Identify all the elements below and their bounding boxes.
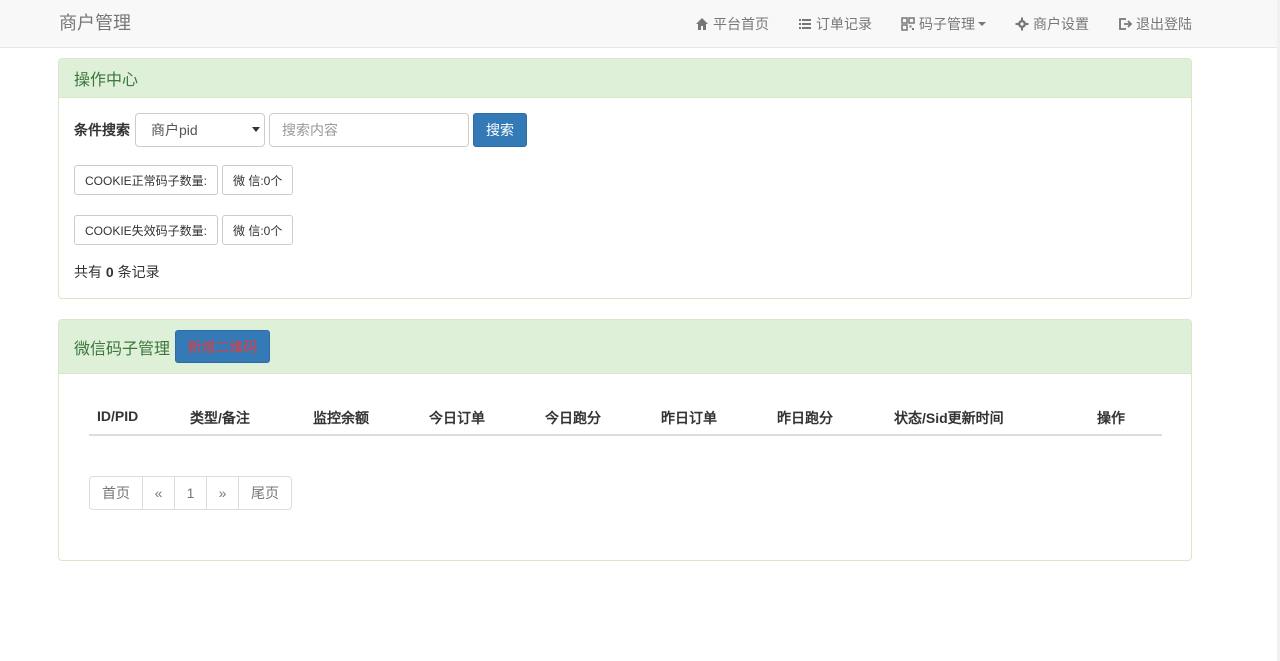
panel-heading: 微信码子管理 新增二维码	[59, 320, 1191, 374]
search-form: 条件搜索 商户pid 搜索	[74, 112, 527, 147]
nav-item-label: 订单记录	[816, 16, 872, 32]
home-icon	[695, 17, 709, 31]
page-next-link[interactable]: »	[206, 476, 239, 510]
total-suffix: 条记录	[117, 264, 160, 280]
total-records: 共有 0 条记录	[74, 262, 160, 282]
cookie-ok-label: COOKIE正常码子数量:	[74, 165, 219, 195]
cookie-ok-wechat-count: 微 信:0个	[222, 165, 294, 195]
nav-menu: 平台首页 订单记录 码子管理 商户设置 退出登陆	[695, 0, 1192, 48]
column-header: 今日跑分	[545, 410, 601, 426]
nav-item-settings[interactable]: 商户设置	[1015, 14, 1089, 34]
panel-heading: 操作中心	[59, 59, 1191, 98]
add-qrcode-button[interactable]: 新增二维码	[175, 330, 271, 363]
select-arrow-icon	[252, 126, 260, 132]
column-header: 昨日订单	[661, 410, 717, 426]
list-icon	[798, 17, 812, 31]
cookie-fail-wechat-count: 微 信:0个	[222, 215, 294, 245]
nav-item-label: 平台首页	[713, 16, 769, 32]
nav-item-label: 商户设置	[1033, 16, 1089, 32]
pagination: 首页 « 1 » 尾页	[89, 476, 292, 510]
column-header: 操作	[1097, 410, 1125, 426]
column-header: 类型/备注	[190, 410, 250, 426]
cookie-fail-label: COOKIE失效码子数量:	[74, 215, 219, 245]
column-header: ID/PID	[97, 408, 139, 424]
nav-item-label: 码子管理	[919, 16, 975, 32]
page-number-link[interactable]: 1	[174, 476, 207, 510]
page-first-link[interactable]: 首页	[89, 476, 143, 510]
column-header: 昨日跑分	[777, 410, 833, 426]
total-count: 0	[105, 264, 114, 280]
total-prefix: 共有	[74, 264, 102, 280]
gear-icon	[1015, 17, 1029, 31]
panel-title: 微信码子管理	[74, 340, 171, 358]
cookie-fail-row: COOKIE失效码子数量: 微 信:0个	[74, 215, 297, 245]
nav-item-label: 退出登陆	[1136, 16, 1192, 32]
search-label: 条件搜索	[74, 121, 130, 138]
cookie-ok-row: COOKIE正常码子数量: 微 信:0个	[74, 165, 297, 195]
search-input[interactable]	[269, 112, 469, 147]
top-navbar: 商户管理 平台首页 订单记录 码子管理 商户设置 退出登陆	[0, 0, 1280, 48]
nav-item-orders[interactable]: 订单记录	[798, 14, 872, 34]
search-type-select[interactable]: 商户pid	[135, 112, 265, 147]
wechat-qrcode-panel: 微信码子管理 新增二维码 ID/PID 类型/备注 监控余额 今日订单 今日跑分…	[58, 319, 1192, 561]
nav-item-home[interactable]: 平台首页	[695, 14, 769, 34]
column-header: 今日订单	[429, 410, 485, 426]
panel-title: 操作中心	[74, 72, 139, 89]
nav-item-qrcode-manage[interactable]: 码子管理	[901, 14, 986, 34]
search-button[interactable]: 搜索	[473, 112, 527, 147]
column-header: 状态/Sid更新时间	[894, 410, 1004, 426]
column-header: 监控余额	[313, 410, 369, 426]
brand-title[interactable]: 商户管理	[59, 12, 131, 34]
qrcode-icon	[901, 17, 915, 31]
nav-item-logout[interactable]: 退出登陆	[1118, 14, 1192, 34]
page-last-link[interactable]: 尾页	[238, 476, 292, 510]
logout-icon	[1118, 17, 1132, 31]
page-prev-link[interactable]: «	[142, 476, 175, 510]
caret-down-icon	[978, 22, 986, 26]
operation-center-panel: 操作中心 条件搜索 商户pid 搜索 COOKIE正常码子数量: 微 信:0个 …	[58, 58, 1192, 299]
select-value: 商户pid	[151, 121, 198, 138]
table-header: ID/PID 类型/备注 监控余额 今日订单 今日跑分 昨日订单 昨日跑分 状态…	[89, 400, 1162, 436]
